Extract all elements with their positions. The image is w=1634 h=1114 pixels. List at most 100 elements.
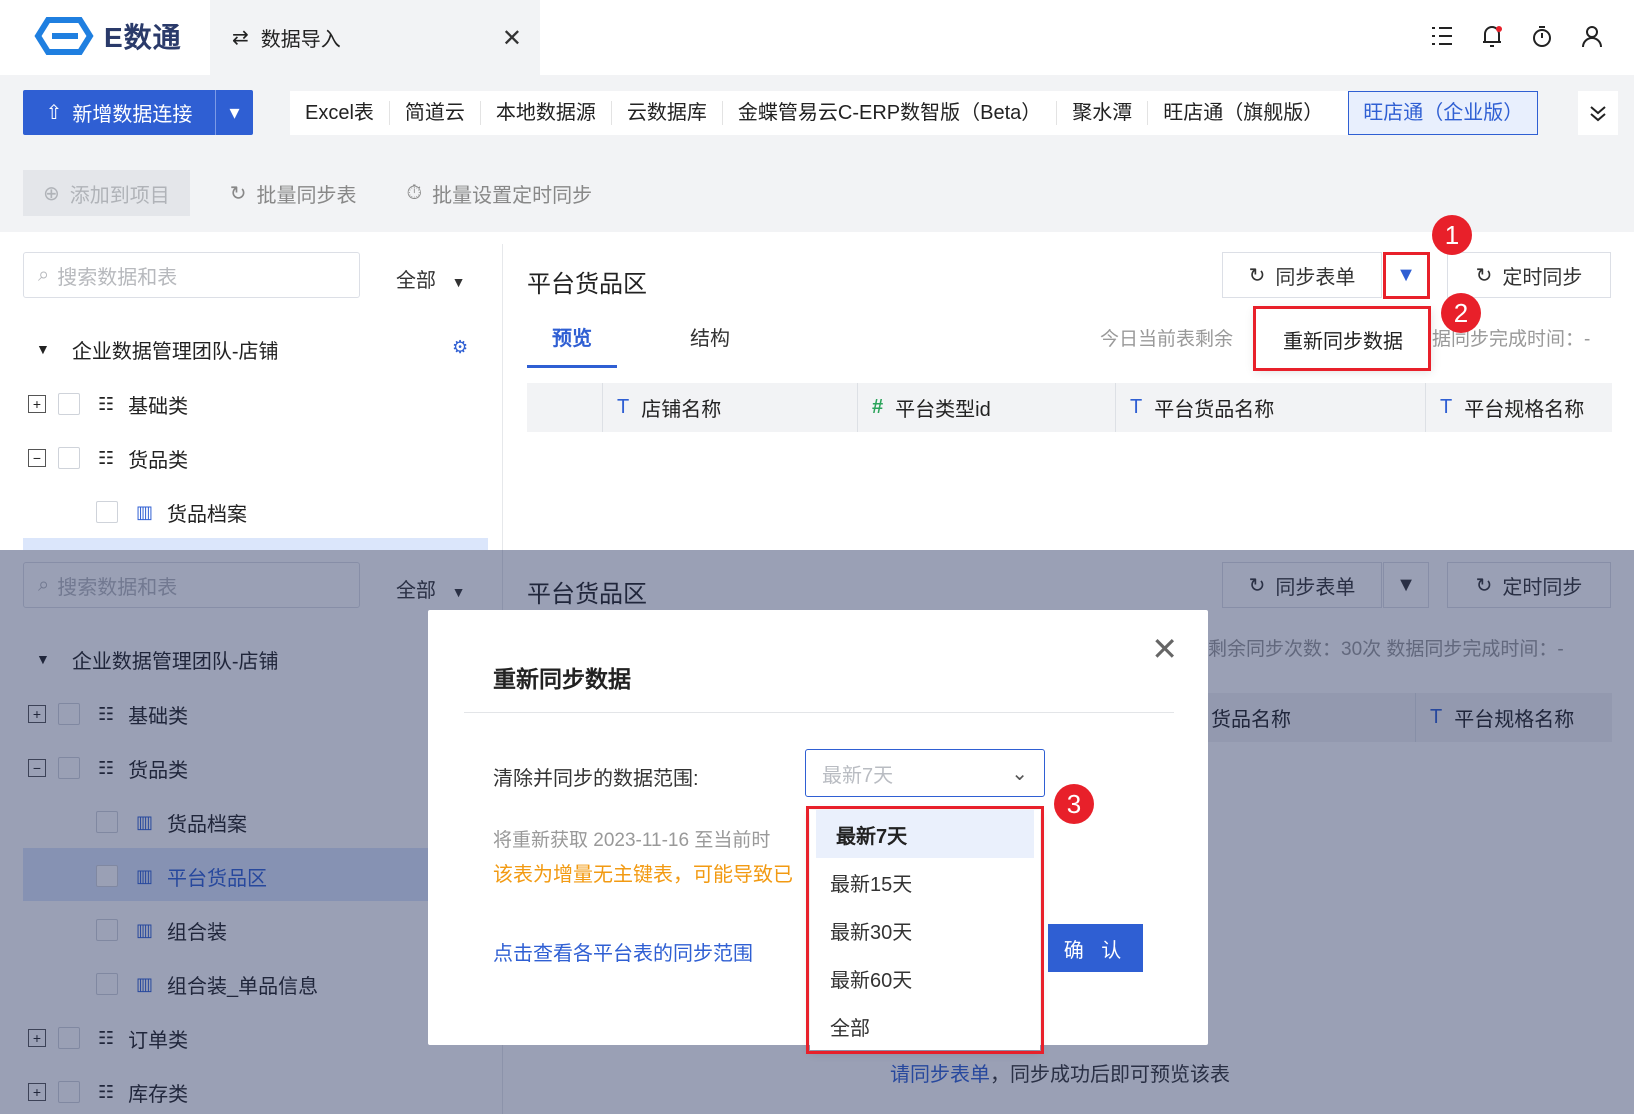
- text-type-icon: T: [1440, 396, 1453, 418]
- sync-form-button[interactable]: ↻ 同步表单: [1222, 252, 1382, 298]
- batch-sync-button[interactable]: ↻ 批量同步表: [230, 179, 357, 208]
- checkbox[interactable]: [96, 501, 118, 523]
- refresh-icon: ↻: [229, 182, 247, 205]
- batch-timer-button[interactable]: ⏱ 批量设置定时同步: [407, 179, 593, 208]
- column-label: 平台规格名称: [1464, 399, 1585, 421]
- sync-range-link[interactable]: 点击查看各平台表的同步范围: [493, 937, 753, 966]
- filter-dropdown[interactable]: 全部 ▼: [396, 264, 465, 293]
- selected-row-highlight: [23, 538, 488, 550]
- logo-text: E数通: [104, 22, 182, 53]
- source-tab[interactable]: Excel表: [290, 101, 390, 125]
- tab-data-import[interactable]: ⇄ 数据导入 ✕: [210, 0, 540, 75]
- range-label: 清除并同步的数据范围:: [493, 768, 699, 790]
- source-tab[interactable]: 金蝶管易云C-ERP数智版（Beta）: [723, 101, 1058, 125]
- column-label: 店铺名称: [641, 399, 722, 421]
- column-header[interactable]: # 平台类型id: [857, 383, 1115, 432]
- step-badge-3: 3: [1054, 784, 1094, 824]
- table-icon: ▥: [136, 501, 154, 522]
- tree-node-label: 货品类: [128, 449, 189, 472]
- source-bar: ⇧ 新增数据连接 ▾ Excel表 简道云 本地数据源 云数据库 金蝶管易云C-…: [0, 75, 1634, 155]
- divider: [464, 712, 1174, 713]
- step-badge-2: 2: [1441, 293, 1481, 333]
- add-to-project-label: 添加到项目: [69, 184, 170, 207]
- range-select[interactable]: 最新7天 ⌄: [805, 749, 1045, 797]
- column-header[interactable]: T 平台货品名称: [1115, 383, 1425, 432]
- folder-icon: ☷: [98, 393, 115, 414]
- source-tab[interactable]: 旺店通（旗舰版）: [1148, 101, 1338, 125]
- tree-root-label: 企业数据管理团队-店铺: [71, 340, 279, 363]
- sync-form-label: 同步表单: [1275, 266, 1356, 289]
- folder-icon: ☷: [98, 447, 115, 468]
- bell-icon[interactable]: [1480, 22, 1504, 50]
- view-tabs: 预览 结构: [527, 322, 803, 368]
- text-type-icon: T: [617, 396, 630, 418]
- expand-more-icon[interactable]: [1578, 91, 1618, 135]
- range-note: 将重新获取 2023-11-16 至当前时: [493, 830, 771, 851]
- tree-node-basic[interactable]: + ☷ 基础类: [28, 384, 188, 424]
- add-connection-label: 新增数据连接: [72, 104, 193, 126]
- user-icon[interactable]: [1580, 22, 1604, 50]
- chevron-down-icon: ⌄: [1011, 762, 1028, 785]
- range-select-value: 最新7天: [822, 764, 894, 787]
- column-label: 平台类型id: [895, 399, 991, 421]
- expand-icon[interactable]: +: [28, 395, 46, 413]
- tree-root[interactable]: ▼ 企业数据管理团队-店铺: [36, 329, 279, 369]
- warning-note: 该表为增量无主键表，可能导致已: [493, 864, 793, 886]
- source-tab[interactable]: 简道云: [390, 101, 481, 125]
- close-icon[interactable]: ✕: [1151, 630, 1178, 668]
- modal-title: 重新同步数据: [493, 666, 631, 692]
- timer-sync-button[interactable]: ↻ 定时同步: [1447, 252, 1611, 298]
- chevron-down-icon[interactable]: ▾: [216, 90, 253, 135]
- timer-sync-label: 定时同步: [1502, 266, 1583, 289]
- stopwatch-icon: ⏱: [406, 181, 423, 204]
- confirm-button[interactable]: 确 认: [1048, 924, 1143, 972]
- source-tab[interactable]: 本地数据源: [481, 101, 612, 125]
- table-header: T 店铺名称 # 平台类型id T 平台货品名称 T 平台规格名称: [527, 383, 1612, 432]
- header-spacer: [527, 383, 602, 432]
- tab-label: 数据导入: [260, 29, 341, 51]
- column-label: 平台货品名称: [1154, 399, 1275, 421]
- column-header[interactable]: T 店铺名称: [602, 383, 857, 432]
- source-tab-active[interactable]: 旺店通（企业版）: [1348, 91, 1539, 135]
- highlight-box-1: [1383, 252, 1430, 299]
- refresh-icon: ↻: [1248, 264, 1266, 287]
- highlight-box-2: [1253, 306, 1431, 371]
- source-tab[interactable]: 云数据库: [612, 101, 723, 125]
- top-bar: E数通 ⇄ 数据导入 ✕: [0, 0, 1634, 75]
- checkbox[interactable]: [58, 393, 80, 415]
- step-badge-1: 1: [1432, 215, 1472, 255]
- caret-down-icon: ▼: [451, 274, 466, 290]
- source-tabs: Excel表 简道云 本地数据源 云数据库 金蝶管易云C-ERP数智版（Beta…: [290, 91, 1539, 135]
- add-connection-button[interactable]: ⇧ 新增数据连接 ▾: [23, 90, 253, 135]
- column-header[interactable]: T 平台规格名称: [1425, 383, 1612, 432]
- upload-icon: ⇧: [45, 102, 63, 124]
- add-to-project-button[interactable]: ⊕ 添加到项目: [23, 170, 190, 216]
- tree-node-goods-archive[interactable]: ▥ 货品档案: [96, 492, 247, 532]
- search-icon: ⌕: [38, 263, 50, 286]
- tab-structure[interactable]: 结构: [665, 322, 755, 368]
- task-list-icon[interactable]: [1430, 22, 1454, 50]
- import-icon: ⇄: [232, 27, 249, 49]
- user-settings-icon[interactable]: ⚙: [452, 337, 468, 358]
- tree-node-goods[interactable]: − ☷ 货品类: [28, 438, 188, 478]
- action-toolbar: ⊕ 添加到项目 ↻ 批量同步表 ⏱ 批量设置定时同步: [23, 158, 1634, 228]
- info-remaining: 今日当前表剩余: [1100, 329, 1234, 350]
- refresh-icon: ↻: [1475, 264, 1493, 287]
- tree-node-label: 货品档案: [167, 503, 248, 526]
- batch-timer-label: 批量设置定时同步: [432, 184, 593, 207]
- logo-icon: [34, 17, 94, 55]
- close-icon[interactable]: ✕: [502, 24, 522, 53]
- plus-circle-icon: ⊕: [43, 182, 60, 205]
- highlight-box-3: [806, 806, 1044, 1054]
- checkbox[interactable]: [58, 447, 80, 469]
- search-input[interactable]: ⌕ 搜索数据和表: [23, 252, 360, 298]
- collapse-icon[interactable]: −: [28, 449, 46, 467]
- app-logo: E数通: [34, 14, 182, 58]
- source-tab[interactable]: 聚水潭: [1057, 101, 1149, 125]
- timer-icon[interactable]: [1530, 22, 1554, 50]
- caret-down-icon: ▼: [36, 341, 50, 357]
- panel-title: 平台货品区: [527, 271, 647, 298]
- text-type-icon: T: [1130, 396, 1143, 418]
- tree-node-label: 基础类: [128, 395, 189, 418]
- tab-preview[interactable]: 预览: [527, 322, 617, 368]
